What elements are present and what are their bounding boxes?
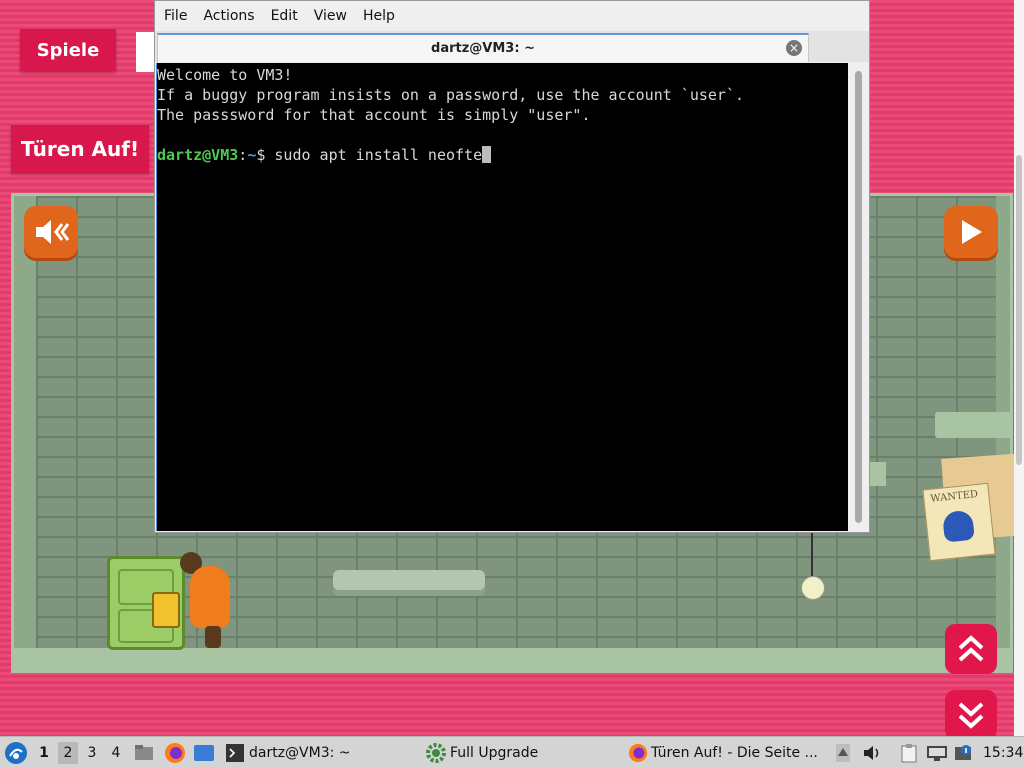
clipboard-icon bbox=[901, 743, 917, 762]
prompt-symbol: $ bbox=[256, 146, 275, 164]
wall-ledge-small bbox=[868, 462, 886, 486]
mouse-leg bbox=[205, 626, 221, 648]
door-lock-icon bbox=[152, 592, 180, 628]
elephant-icon bbox=[941, 509, 975, 543]
text-cursor bbox=[482, 146, 492, 163]
network-tray[interactable] bbox=[926, 737, 948, 768]
terminal-scrollbar-thumb[interactable] bbox=[855, 71, 862, 523]
firefox-icon bbox=[628, 743, 648, 762]
task-terminal[interactable]: dartz@VM3: ~ bbox=[226, 737, 351, 768]
update-info-icon bbox=[955, 744, 971, 760]
workspace-1[interactable]: 1 bbox=[34, 742, 54, 764]
task-label: Full Upgrade bbox=[450, 744, 539, 761]
workspace-4[interactable]: 4 bbox=[106, 742, 126, 764]
taskbar: 1 2 3 4 dartz@VM3: ~ Full Upgrade Türen … bbox=[0, 736, 1024, 768]
show-desktop-button[interactable] bbox=[193, 737, 215, 768]
arrow-up-icon bbox=[836, 743, 850, 762]
double-chevron-up-icon bbox=[958, 635, 984, 662]
terminal-line: The passsword for that account is simply… bbox=[157, 106, 591, 124]
terminal-icon bbox=[226, 743, 244, 762]
prompt-line: dartz@VM3:~$ sudo apt install neofte bbox=[157, 145, 848, 165]
scroll-down-button[interactable] bbox=[945, 690, 997, 740]
mouse-character bbox=[190, 566, 230, 628]
terminal-output[interactable]: Welcome to VM3! If a buggy program insist… bbox=[156, 63, 848, 531]
mute-button[interactable] bbox=[24, 206, 78, 258]
scroll-up-button[interactable] bbox=[945, 624, 997, 674]
prompt-path: ~ bbox=[247, 146, 257, 164]
tueren-auf-button[interactable]: Türen Auf! bbox=[11, 125, 149, 173]
play-icon bbox=[962, 220, 982, 244]
spiele-button[interactable]: Spiele bbox=[20, 29, 116, 71]
tab-title: dartz@VM3: ~ bbox=[431, 41, 535, 56]
terminal-tab[interactable]: dartz@VM3: ~ × bbox=[157, 33, 809, 62]
game-floor bbox=[14, 648, 1010, 670]
workspace-3[interactable]: 3 bbox=[82, 742, 102, 764]
terminal-window[interactable]: File Actions Edit View Help dartz@VM3: ~… bbox=[154, 0, 870, 533]
firefox-launcher[interactable] bbox=[164, 737, 186, 768]
lamp-wire bbox=[811, 532, 813, 576]
close-icon[interactable]: × bbox=[786, 40, 802, 56]
volume-control[interactable] bbox=[862, 737, 882, 768]
wanted-poster-text: WANTED bbox=[929, 488, 979, 505]
wall-ledge bbox=[935, 412, 1013, 438]
command-input[interactable]: sudo apt install neofte bbox=[274, 146, 482, 164]
page-scrollbar-thumb[interactable] bbox=[1016, 155, 1022, 465]
tab-bar: dartz@VM3: ~ × bbox=[155, 31, 869, 83]
task-label: dartz@VM3: ~ bbox=[249, 744, 351, 761]
desktop-icon bbox=[194, 744, 214, 761]
folder-icon bbox=[135, 744, 153, 760]
terminal-line: Welcome to VM3! bbox=[157, 66, 293, 84]
task-firefox[interactable]: Türen Auf! - Die Seite ... bbox=[628, 737, 818, 768]
gear-icon bbox=[426, 742, 446, 763]
terminal-line: If a buggy program insists on a password… bbox=[157, 86, 744, 104]
double-chevron-down-icon bbox=[958, 702, 984, 729]
wanted-poster: WANTED bbox=[922, 482, 996, 562]
menu-bar: File Actions Edit View Help bbox=[155, 1, 869, 31]
task-label: Türen Auf! - Die Seite ... bbox=[651, 744, 818, 761]
speaker-icon bbox=[864, 745, 879, 760]
menu-actions[interactable]: Actions bbox=[195, 1, 262, 31]
stone-platform bbox=[333, 570, 485, 596]
menu-help[interactable]: Help bbox=[355, 1, 403, 31]
prompt-separator: : bbox=[238, 146, 248, 164]
prompt-user: dartz@VM3 bbox=[157, 146, 239, 164]
menu-edit[interactable]: Edit bbox=[263, 1, 306, 31]
menu-view[interactable]: View bbox=[306, 1, 355, 31]
light-bulb-icon bbox=[801, 576, 825, 600]
lubuntu-logo-icon bbox=[5, 741, 27, 764]
play-button[interactable] bbox=[944, 206, 998, 258]
file-manager-launcher[interactable] bbox=[134, 737, 154, 768]
terminal-scrollbar[interactable] bbox=[849, 63, 869, 531]
task-full-upgrade[interactable]: Full Upgrade bbox=[426, 737, 538, 768]
scroll-up-tray-button[interactable] bbox=[836, 737, 850, 768]
firefox-icon bbox=[165, 742, 185, 763]
clipboard-tray[interactable] bbox=[900, 737, 918, 768]
clock[interactable]: 15:34 bbox=[983, 737, 1023, 768]
speaker-mute-icon bbox=[36, 220, 70, 244]
start-menu-button[interactable] bbox=[4, 737, 28, 768]
menu-file[interactable]: File bbox=[155, 1, 195, 31]
network-icon bbox=[927, 745, 947, 761]
workspace-2[interactable]: 2 bbox=[58, 742, 78, 764]
update-notifier[interactable] bbox=[954, 737, 974, 768]
